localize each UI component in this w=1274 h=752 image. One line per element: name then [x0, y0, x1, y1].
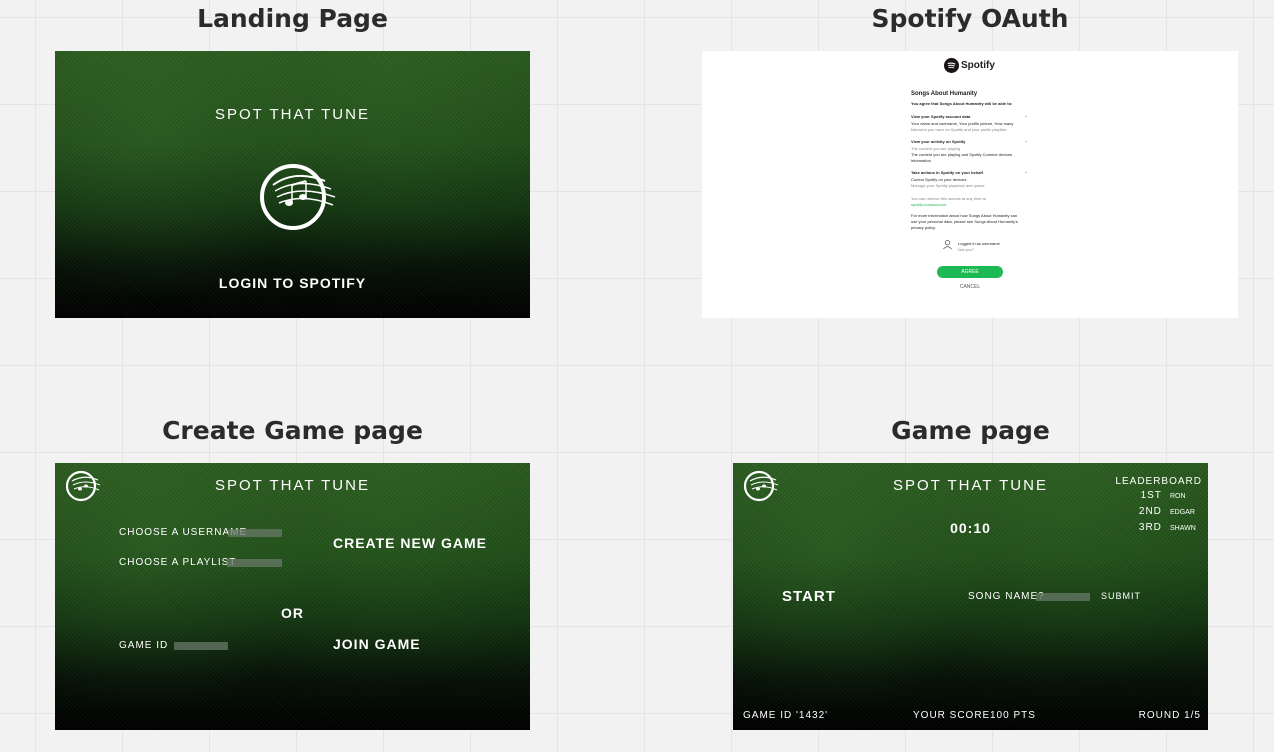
spotify-oauth-screen: Spotify Songs About Humanity You agree t…	[702, 51, 1238, 318]
logged-in-as-text: Logged in as username	[958, 241, 1000, 246]
scope-3-line-1: Control Spotify on your devices	[911, 177, 967, 182]
your-score-label: YOUR SCORE	[913, 710, 991, 721]
song-name-label: SONG NAME?	[968, 591, 1045, 602]
scope-1-expand-icon[interactable]: ⌄	[1024, 113, 1028, 119]
oauth-frame-title: Spotify OAuth	[871, 4, 1069, 33]
scope-1-title: View your Spotify account data	[911, 114, 971, 119]
game-id-display: GAME ID '1432'	[743, 710, 829, 721]
create-frame-title: Create Game page	[162, 416, 423, 445]
game-id-input[interactable]	[174, 642, 228, 650]
join-game-button[interactable]: JOIN GAME	[333, 636, 421, 652]
leaderboard-row: 1ST RON	[1115, 487, 1202, 503]
scope-2-line-3: information	[911, 158, 931, 163]
round-indicator: ROUND 1/5	[1138, 710, 1201, 721]
more-info-line-1: For more information about how Songs Abo…	[911, 213, 1018, 218]
not-you-link[interactable]: Not you?	[958, 247, 974, 252]
game-id-label: GAME ID	[119, 640, 169, 651]
playlist-label: CHOOSE A PLAYLIST	[119, 557, 237, 568]
scope-2-line-1: The content you are playing	[911, 146, 961, 151]
score-value: 100 PTS	[990, 710, 1036, 721]
round-timer: 00:10	[950, 520, 991, 536]
cancel-button[interactable]: CANCEL	[937, 284, 1003, 290]
leaderboard-place: 1ST	[1140, 490, 1162, 501]
music-note-logo-icon	[260, 164, 336, 230]
game-screen: SPOT THAT TUNE LEADERBOARD 1ST RON 2ND E…	[733, 463, 1208, 730]
scope-3-title: Take actions in Spotify on your behalf	[911, 170, 983, 175]
username-input[interactable]	[228, 529, 282, 537]
game-frame-title: Game page	[891, 416, 1050, 445]
user-avatar-icon	[943, 240, 952, 250]
submit-button[interactable]: SUBMIT	[1101, 591, 1141, 601]
scope-1-line-2: followers you have on Spotify and your p…	[911, 127, 1007, 132]
scope-2-expand-icon[interactable]: ⌄	[1024, 138, 1028, 144]
create-new-game-button[interactable]: CREATE NEW GAME	[333, 535, 487, 551]
more-info-line-2: use your personal data, please see Songs…	[911, 219, 1018, 224]
playlist-input[interactable]	[227, 559, 282, 567]
leaderboard-player: RON	[1170, 493, 1186, 500]
landing-frame-title: Landing Page	[197, 4, 388, 33]
login-to-spotify-button[interactable]: LOGIN TO SPOTIFY	[55, 275, 530, 291]
or-divider: OR	[281, 605, 304, 621]
more-info-line-3: privacy policy.	[911, 225, 936, 230]
create-game-screen: SPOT THAT TUNE CHOOSE A USERNAME CHOOSE …	[55, 463, 530, 730]
scope-3-line-2: Manage your Spotify playback and queue	[911, 183, 985, 188]
spotify-wordmark: Spotify	[961, 60, 995, 71]
leaderboard-place: 2ND	[1138, 506, 1162, 517]
remove-access-text: You can remove this access at any time a…	[911, 196, 986, 201]
leaderboard-row: 2ND EDGAR	[1115, 503, 1202, 519]
oauth-intro: You agree that Songs About Humanity will…	[911, 101, 1013, 106]
account-link[interactable]: spotify.com/account	[911, 202, 946, 207]
oauth-app-name: Songs About Humanity	[911, 91, 978, 97]
scope-1-line-1: Your name and username, Your profile pic…	[911, 121, 1014, 126]
spotify-logo-icon	[944, 58, 959, 73]
landing-screen: SPOT THAT TUNE LOGIN TO SPOTIFY	[55, 51, 530, 318]
create-brand-title: SPOT THAT TUNE	[215, 477, 370, 494]
scope-3-expand-icon[interactable]: ⌄	[1024, 169, 1028, 175]
start-button[interactable]: START	[782, 588, 836, 605]
scope-2-line-2: The content you are playing and Spotify …	[911, 152, 1013, 157]
landing-brand-title: SPOT THAT TUNE	[215, 106, 370, 123]
leaderboard-player: EDGAR	[1170, 509, 1195, 516]
leaderboard-title: LEADERBOARD	[1115, 476, 1202, 487]
song-name-input[interactable]	[1036, 593, 1090, 601]
scope-2-title: View your activity on Spotify	[911, 139, 966, 144]
agree-button[interactable]: AGREE	[937, 266, 1003, 278]
